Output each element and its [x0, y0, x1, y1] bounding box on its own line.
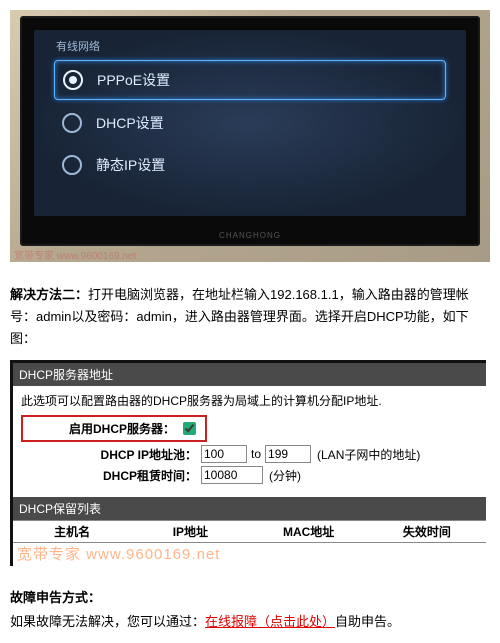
- net-option-static[interactable]: 静态IP设置: [54, 146, 446, 184]
- tv-photo: 有线网络 PPPoE设置 DHCP设置 静态IP设置 CHANGHONG 宽带专…: [10, 10, 490, 262]
- option-label: 静态IP设置: [96, 155, 165, 175]
- row-enable-dhcp: 启用DHCP服务器：: [21, 415, 478, 442]
- col-host: 主机名: [13, 521, 131, 542]
- pool-from-input[interactable]: [201, 445, 247, 463]
- lease-label: DHCP租赁时间：: [21, 467, 201, 484]
- row-ip-pool: DHCP IP地址池： to (LAN子网中的地址): [21, 445, 478, 463]
- report-pre: 如果故障无法解决，您可以通过：: [10, 614, 205, 629]
- row-lease-time: DHCP租赁时间： (分钟): [21, 466, 478, 484]
- highlight-box: 启用DHCP服务器：: [21, 415, 207, 442]
- option-label: DHCP设置: [96, 113, 164, 133]
- online-report-link[interactable]: 在线报障（点击此处）: [205, 614, 335, 629]
- screen-title: 有线网络: [54, 36, 446, 60]
- enable-dhcp-label: 启用DHCP服务器：: [25, 420, 179, 437]
- fault-report-section: 故障申告方式： 如果故障无法解决，您可以通过：在线报障（点击此处）自助申告。: [10, 586, 490, 633]
- method2-prefix: 解决方法二：: [10, 287, 88, 302]
- dhcp-note: 此选项可以配置路由器的DHCP服务器为局域上的计算机分配IP地址.: [21, 392, 478, 409]
- net-option-pppoe[interactable]: PPPoE设置: [54, 60, 446, 100]
- net-option-dhcp[interactable]: DHCP设置: [54, 104, 446, 142]
- reserve-table-header: 主机名 IP地址 MAC地址 失效时间: [13, 520, 486, 543]
- lease-hint: (分钟): [269, 467, 301, 484]
- tv-frame: 有线网络 PPPoE设置 DHCP设置 静态IP设置 CHANGHONG: [20, 16, 480, 246]
- tv-screen: 有线网络 PPPoE设置 DHCP设置 静态IP设置: [34, 30, 466, 216]
- col-expire: 失效时间: [368, 521, 486, 542]
- lease-input[interactable]: [201, 466, 263, 484]
- col-mac: MAC地址: [250, 521, 368, 542]
- report-line: 如果故障无法解决，您可以通过：在线报障（点击此处）自助申告。: [10, 610, 490, 633]
- method2-paragraph: 解决方法二：打开电脑浏览器，在地址栏输入192.168.1.1，输入路由器的管理…: [10, 284, 490, 350]
- report-post: 自助申告。: [335, 614, 400, 629]
- enable-dhcp-checkbox[interactable]: [183, 422, 196, 435]
- router-config-panel: DHCP服务器地址 此选项可以配置路由器的DHCP服务器为局域上的计算机分配IP…: [10, 360, 486, 566]
- pool-hint: (LAN子网中的地址): [317, 446, 420, 463]
- option-label: PPPoE设置: [97, 70, 170, 90]
- pool-to-input[interactable]: [265, 445, 311, 463]
- radio-icon: [62, 113, 82, 133]
- watermark: 宽带专家 www.9600169.net: [13, 543, 486, 566]
- radio-icon: [63, 70, 83, 90]
- section-reserve-head: DHCP保留列表: [13, 497, 486, 520]
- tv-brand-logo: CHANGHONG: [219, 231, 281, 240]
- radio-icon: [62, 155, 82, 175]
- section-dhcp-server-head: DHCP服务器地址: [13, 363, 486, 386]
- report-heading: 故障申告方式：: [10, 590, 101, 605]
- ip-pool-label: DHCP IP地址池：: [21, 446, 201, 463]
- pool-separator: to: [251, 447, 261, 461]
- watermark: 宽带专家 www.9600169.net: [14, 247, 136, 262]
- col-ip: IP地址: [131, 521, 249, 542]
- section-dhcp-server-body: 此选项可以配置路由器的DHCP服务器为局域上的计算机分配IP地址. 启用DHCP…: [13, 386, 486, 497]
